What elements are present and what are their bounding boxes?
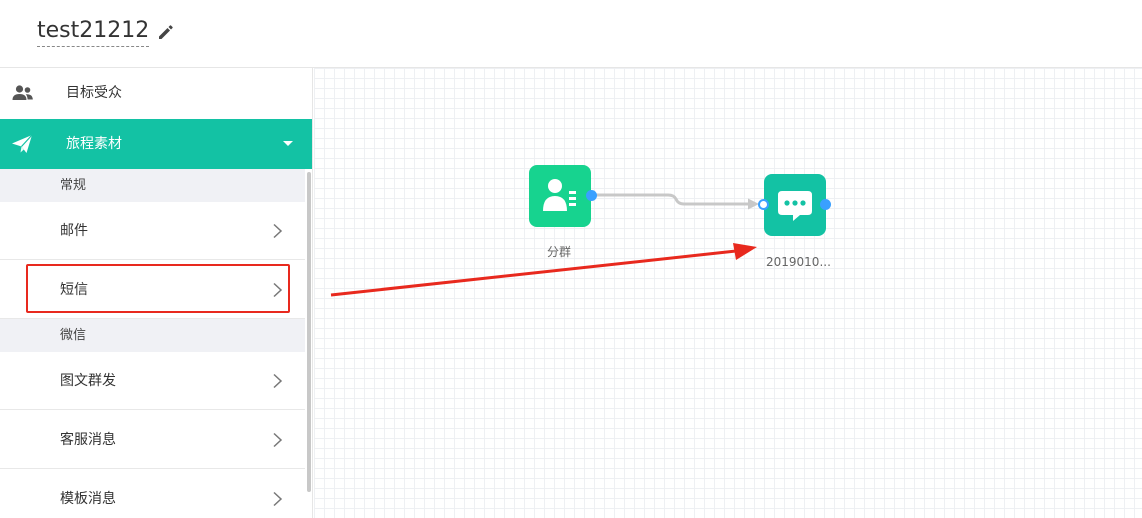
- chevron-right-icon: [273, 373, 283, 389]
- sidebar-item-graphic-broadcast[interactable]: 图文群发: [0, 352, 305, 410]
- sidebar-item-label: 短信: [60, 282, 88, 298]
- header-bar: test21212: [0, 0, 1142, 68]
- sidebar-item-label: 模板消息: [60, 491, 116, 507]
- sidebar-item-label: 目标受众: [66, 85, 122, 101]
- chevron-right-icon: [273, 432, 283, 448]
- chat-bubble-icon: [778, 191, 812, 221]
- sidebar-item-label: 客服消息: [60, 432, 116, 448]
- node-input-port[interactable]: [758, 199, 769, 210]
- group-header-wechat: 微信: [0, 319, 305, 352]
- node-label-segment: 分群: [547, 245, 572, 259]
- sidebar-item-email[interactable]: 邮件: [0, 202, 305, 260]
- group-label: 微信: [60, 328, 87, 343]
- flow-canvas[interactable]: [314, 68, 1142, 518]
- sidebar-item-template-message[interactable]: 模板消息: [0, 470, 305, 518]
- sidebar-item-sms[interactable]: 短信: [0, 261, 305, 319]
- journey-title[interactable]: test21212: [37, 17, 150, 47]
- chevron-right-icon: [273, 282, 283, 298]
- sidebar-section-journey-materials[interactable]: 旅程素材: [0, 119, 312, 169]
- node-label-sms: 2019010...: [766, 255, 831, 269]
- title-wrap: test21212: [37, 16, 175, 48]
- caret-down-icon: [283, 141, 293, 146]
- pencil-icon[interactable]: [157, 23, 175, 41]
- sidebar: 目标受众 旅程素材 常规 邮件 短信 微信 图文群发 客服消息 模板消息: [0, 68, 313, 518]
- flow-node-sms[interactable]: [764, 174, 826, 236]
- users-icon: [12, 85, 33, 100]
- sidebar-section-label: 旅程素材: [66, 136, 122, 152]
- sidebar-item-label: 图文群发: [60, 373, 116, 389]
- flow-node-segment[interactable]: [529, 165, 591, 227]
- group-header-general: 常规: [0, 169, 305, 202]
- node-output-port[interactable]: [586, 190, 597, 201]
- user-list-icon: [543, 179, 576, 211]
- sidebar-item-customer-service-message[interactable]: 客服消息: [0, 411, 305, 469]
- node-output-port[interactable]: [820, 199, 831, 210]
- sidebar-item-label: 邮件: [60, 223, 88, 239]
- chevron-right-icon: [273, 491, 283, 507]
- paper-plane-icon: [12, 134, 33, 153]
- sidebar-scrollbar[interactable]: [307, 172, 311, 492]
- group-label: 常规: [60, 178, 87, 193]
- sidebar-item-target-audience[interactable]: 目标受众: [0, 68, 312, 118]
- chevron-right-icon: [273, 223, 283, 239]
